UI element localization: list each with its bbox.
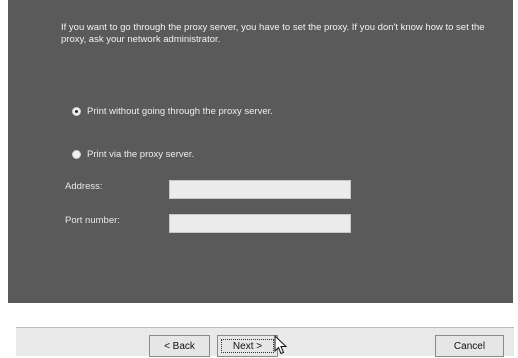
port-number-input[interactable]: [169, 214, 351, 233]
back-button[interactable]: < Back: [149, 335, 210, 357]
radio-unselected-icon[interactable]: [72, 150, 81, 159]
address-label: Address:: [65, 181, 103, 192]
radio-direct-label: Print without going through the proxy se…: [87, 106, 273, 117]
back-button-label: < Back: [164, 340, 195, 352]
address-input[interactable]: [169, 180, 351, 199]
mouse-pointer-icon: [274, 335, 288, 355]
cancel-button-label: Cancel: [453, 340, 486, 352]
cancel-button[interactable]: Cancel: [435, 335, 504, 357]
next-button-label: Next >: [232, 340, 263, 352]
radio-proxy-label: Print via the proxy server.: [87, 149, 195, 160]
radio-direct-connection[interactable]: Print without going through the proxy se…: [72, 106, 273, 117]
port-number-label: Port number:: [65, 215, 120, 226]
radio-selected-icon[interactable]: [72, 107, 81, 116]
intro-text: If you want to go through the proxy serv…: [61, 22, 485, 45]
radio-via-proxy[interactable]: Print via the proxy server.: [72, 149, 194, 160]
next-button[interactable]: Next >: [217, 335, 278, 357]
